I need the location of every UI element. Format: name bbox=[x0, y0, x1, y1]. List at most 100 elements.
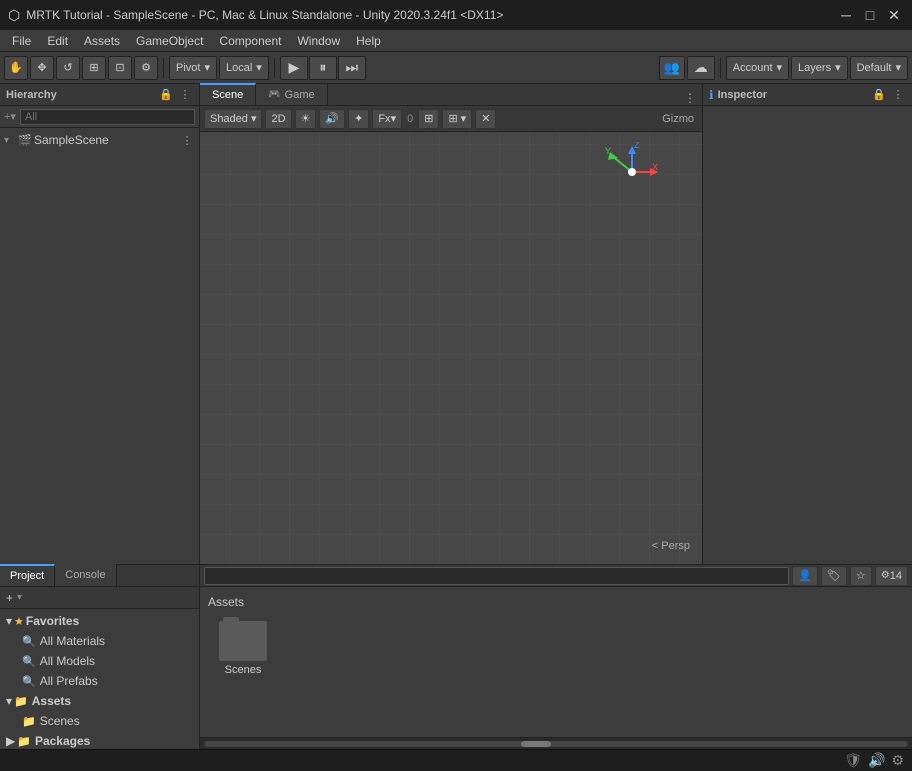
expand-arrow: ▾ bbox=[4, 135, 16, 146]
scenes-asset-item[interactable]: Scenes bbox=[208, 617, 278, 680]
hierarchy-scene-item[interactable]: ▾ 🎬 SampleScene ⋮ bbox=[0, 130, 199, 150]
tab-game[interactable]: 🎮 Game bbox=[256, 83, 327, 105]
status-icons: 🛡 🔊 ⚙ bbox=[844, 752, 904, 769]
shading-dropdown[interactable]: Shaded ▾ bbox=[204, 109, 262, 129]
menu-gameobject[interactable]: GameObject bbox=[128, 32, 211, 50]
menu-window[interactable]: Window bbox=[289, 32, 348, 50]
grid-dropdown[interactable]: ⊞ ▾ bbox=[442, 109, 472, 129]
game-tab-label: Game bbox=[285, 89, 315, 101]
title-bar: ⬡ MRTK Tutorial - SampleScene - PC, Mac … bbox=[0, 0, 912, 30]
project-add-button[interactable]: + ▾ bbox=[0, 587, 199, 609]
all-materials-item[interactable]: 🔍 All Materials bbox=[2, 631, 197, 651]
scenes-asset-label: Scenes bbox=[225, 664, 262, 676]
favorites-label: Favorites bbox=[26, 614, 79, 628]
hierarchy-menu-icon[interactable]: ⋮ bbox=[177, 87, 193, 103]
menu-assets[interactable]: Assets bbox=[76, 32, 128, 50]
packages-folder-icon: 📁 bbox=[17, 735, 31, 748]
assets-search-input[interactable] bbox=[204, 567, 789, 585]
fx-dropdown[interactable]: Fx ▾ bbox=[372, 109, 402, 129]
packages-tree-item[interactable]: ▶ 📁 Packages bbox=[2, 731, 197, 749]
inspector-info-icon: ℹ bbox=[709, 88, 714, 102]
hierarchy-add-button[interactable]: +▾ bbox=[4, 110, 16, 123]
tool-hand[interactable]: ✋ bbox=[4, 56, 28, 80]
scene-close-btn[interactable]: ✕ bbox=[475, 109, 496, 129]
layers-label: Layers bbox=[798, 62, 831, 74]
assets-star-icon[interactable]: ☆ bbox=[850, 566, 872, 586]
assets-header: Assets bbox=[208, 595, 904, 609]
menu-edit[interactable]: Edit bbox=[39, 32, 76, 50]
assets-tag-icon[interactable]: 🏷 bbox=[821, 566, 847, 586]
audio-button[interactable]: 🔊 bbox=[319, 109, 345, 129]
scene-view[interactable]: Z X Y < Persp bbox=[200, 132, 702, 564]
tool-rect[interactable]: ⊡ bbox=[108, 56, 132, 80]
tab-console[interactable]: Console bbox=[55, 564, 116, 586]
tab-project[interactable]: Project bbox=[0, 564, 55, 586]
add-dropdown-arrow: ▾ bbox=[17, 592, 22, 603]
cloud-button[interactable]: ☁ bbox=[687, 56, 715, 80]
favorites-item[interactable]: ▾ ★ Favorites bbox=[2, 611, 197, 631]
tab-scene[interactable]: Scene bbox=[200, 83, 256, 105]
layout-dropdown[interactable]: Default ▾ bbox=[850, 56, 908, 80]
gizmo-widget: Z X Y bbox=[602, 142, 662, 202]
2d-toggle[interactable]: 2D bbox=[265, 109, 291, 129]
scenes-tree-label: Scenes bbox=[40, 714, 80, 728]
all-models-item[interactable]: 🔍 All Models bbox=[2, 651, 197, 671]
settings-status-icon[interactable]: ⚙ bbox=[891, 752, 904, 769]
assets-scrollbar[interactable] bbox=[200, 737, 912, 749]
account-dropdown[interactable]: Account ▾ bbox=[726, 56, 789, 80]
all-prefabs-item[interactable]: 🔍 All Prefabs bbox=[2, 671, 197, 691]
assets-tree-label: Assets bbox=[32, 694, 71, 708]
lighting-button[interactable]: ☀ bbox=[295, 109, 317, 129]
grid-arrow: ▾ bbox=[461, 112, 467, 125]
scene-tabs: Scene 🎮 Game ⋮ bbox=[200, 84, 702, 106]
hierarchy-search-input[interactable] bbox=[20, 109, 195, 125]
audio-status-icon[interactable]: 🔊 bbox=[868, 752, 885, 769]
minimize-button[interactable]: ─ bbox=[836, 5, 856, 25]
assets-person-icon[interactable]: 👤 bbox=[792, 566, 818, 586]
close-button[interactable]: ✕ bbox=[884, 5, 904, 25]
inspector-menu-icon[interactable]: ⋮ bbox=[890, 87, 906, 103]
tool-rotate[interactable]: ↺ bbox=[56, 56, 80, 80]
hierarchy-lock-icon[interactable]: 🔒 bbox=[158, 87, 174, 103]
menu-component[interactable]: Component bbox=[211, 32, 289, 50]
hierarchy-header: Hierarchy 🔒 ⋮ bbox=[0, 84, 199, 106]
menu-file[interactable]: File bbox=[4, 32, 39, 50]
inspector-content bbox=[703, 106, 912, 564]
effects-button[interactable]: ✦ bbox=[348, 109, 369, 129]
step-button[interactable]: ⏭ bbox=[338, 56, 366, 80]
pivot-dropdown[interactable]: Pivot ▾ bbox=[169, 56, 217, 80]
scene-item-menu[interactable]: ⋮ bbox=[179, 132, 195, 148]
assets-filter-count[interactable]: ⚙ 14 bbox=[875, 566, 908, 586]
separator-3 bbox=[720, 58, 721, 78]
tool-transform[interactable]: ⚙ bbox=[134, 56, 158, 80]
packages-label: Packages bbox=[35, 734, 90, 748]
pause-button[interactable]: ⏸ bbox=[309, 56, 337, 80]
scrollbar-thumb[interactable] bbox=[521, 741, 551, 747]
account-label: Account bbox=[733, 62, 773, 74]
scenes-folder-icon: 📁 bbox=[22, 715, 36, 728]
menu-help[interactable]: Help bbox=[348, 32, 389, 50]
scrollbar-track[interactable] bbox=[204, 741, 908, 747]
svg-text:X: X bbox=[652, 162, 658, 172]
gizmo-label: Gizmo bbox=[658, 113, 698, 125]
tool-scale[interactable]: ⊞ bbox=[82, 56, 106, 80]
play-button[interactable]: ▶ bbox=[280, 56, 308, 80]
center-panel: Scene 🎮 Game ⋮ Shaded ▾ 2D ☀ 🔊 ✦ Fx ▾ bbox=[200, 84, 702, 564]
shield-status-icon[interactable]: 🛡 bbox=[844, 752, 862, 769]
hierarchy-panel: Hierarchy 🔒 ⋮ +▾ ▾ 🎬 SampleScene ⋮ bbox=[0, 84, 200, 564]
maximize-button[interactable]: □ bbox=[860, 5, 880, 25]
local-dropdown[interactable]: Local ▾ bbox=[219, 56, 269, 80]
scenes-tree-item[interactable]: 📁 Scenes bbox=[2, 711, 197, 731]
inspector-panel: ℹ Inspector 🔒 ⋮ bbox=[702, 84, 912, 564]
layout-arrow: ▾ bbox=[895, 61, 901, 74]
scene-tab-label: Scene bbox=[212, 89, 243, 101]
layers-dropdown[interactable]: Layers ▾ bbox=[791, 56, 848, 80]
hidden-objects-button[interactable]: ⊞ bbox=[418, 109, 439, 129]
add-icon: + bbox=[6, 591, 13, 605]
assets-tree-item[interactable]: ▾ 📁 Assets bbox=[2, 691, 197, 711]
inspector-lock-icon[interactable]: 🔒 bbox=[871, 87, 887, 103]
collab-button[interactable]: 👥 bbox=[659, 56, 685, 80]
scene-tab-menu[interactable]: ⋮ bbox=[678, 91, 702, 105]
scene-toolbar: Shaded ▾ 2D ☀ 🔊 ✦ Fx ▾ 0 ⊞ ⊞ ▾ ✕ Gizmo bbox=[200, 106, 702, 132]
tool-move[interactable]: ✥ bbox=[30, 56, 54, 80]
